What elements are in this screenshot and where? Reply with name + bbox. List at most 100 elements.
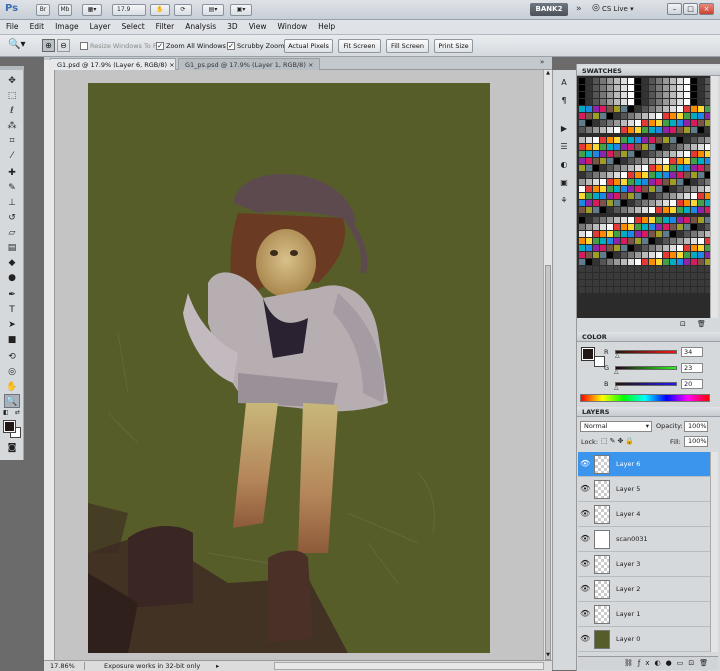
swatch-cell[interactable] — [670, 120, 676, 126]
swatch-cell[interactable] — [593, 172, 599, 178]
swatch-cell[interactable] — [635, 113, 641, 119]
swatch-cell[interactable] — [642, 186, 648, 192]
crop-tool-icon[interactable]: ⌗ — [4, 134, 20, 148]
swatch-cell[interactable] — [579, 259, 585, 265]
swatch-cell[interactable] — [649, 78, 655, 84]
swatch-cell[interactable] — [656, 106, 662, 112]
swatch-cell[interactable] — [628, 231, 634, 237]
swatch-cell[interactable] — [663, 99, 669, 105]
swatch-cell[interactable] — [621, 238, 627, 244]
swatch-cell[interactable] — [621, 99, 627, 105]
swatch-cell[interactable] — [677, 144, 683, 150]
swatch-cell[interactable] — [635, 127, 641, 133]
swatch-cell[interactable] — [600, 224, 606, 230]
blend-mode-dropdown[interactable]: Normal ▾ — [580, 421, 652, 432]
swatch-cell[interactable] — [621, 280, 627, 286]
swatch-cell[interactable] — [670, 238, 676, 244]
swatch-cell[interactable] — [593, 231, 599, 237]
swatch-cell[interactable] — [656, 158, 662, 164]
swatch-cell[interactable] — [677, 266, 683, 272]
swatch-cell[interactable] — [691, 165, 697, 171]
swatch-cell[interactable] — [628, 92, 634, 98]
swatch-cell[interactable] — [691, 186, 697, 192]
swatch-cell[interactable] — [670, 137, 676, 143]
swatch-cell[interactable] — [628, 106, 634, 112]
menu-image[interactable]: Image — [49, 20, 84, 31]
bridge-button[interactable]: Br — [36, 4, 50, 16]
swatch-cell[interactable] — [642, 99, 648, 105]
swatch-cell[interactable] — [628, 120, 634, 126]
swatch-cell[interactable] — [635, 99, 641, 105]
blue-slider[interactable] — [615, 382, 677, 386]
swatch-cell[interactable] — [691, 193, 697, 199]
swatch-cell[interactable] — [677, 280, 683, 286]
layer-row-layer-5[interactable]: 👁 Layer 5 — [578, 477, 714, 502]
swatch-cell[interactable] — [586, 207, 592, 213]
swatch-cell[interactable] — [656, 259, 662, 265]
swatch-cell[interactable] — [698, 259, 704, 265]
swatch-cell[interactable] — [677, 231, 683, 237]
swatch-cell[interactable] — [600, 106, 606, 112]
menu-analysis[interactable]: Analysis — [179, 20, 221, 31]
status-zoom[interactable]: 17.86% — [50, 661, 75, 671]
swatch-cell[interactable] — [614, 280, 620, 286]
swatch-cell[interactable] — [614, 259, 620, 265]
swatch-cell[interactable] — [691, 273, 697, 279]
swatch-cell[interactable] — [684, 113, 690, 119]
new-swatch-icon[interactable]: ⊡ — [680, 320, 686, 328]
swatch-cell[interactable] — [628, 273, 634, 279]
swatch-cell[interactable] — [649, 231, 655, 237]
swatch-cell[interactable] — [614, 179, 620, 185]
eraser-tool-icon[interactable]: ▱ — [4, 226, 20, 240]
swatch-cell[interactable] — [621, 137, 627, 143]
swatch-cell[interactable] — [614, 165, 620, 171]
swatch-cell[interactable] — [621, 186, 627, 192]
swatch-cell[interactable] — [691, 99, 697, 105]
swatch-cell[interactable] — [656, 273, 662, 279]
swatch-cell[interactable] — [600, 158, 606, 164]
swatch-cell[interactable] — [691, 217, 697, 223]
menu-filter[interactable]: Filter — [150, 20, 180, 31]
swatch-cell[interactable] — [628, 137, 634, 143]
swatch-cell[interactable] — [635, 106, 641, 112]
swatch-cell[interactable] — [621, 78, 627, 84]
swatch-cell[interactable] — [621, 120, 627, 126]
swatch-cell[interactable] — [607, 85, 613, 91]
swatch-cell[interactable] — [621, 266, 627, 272]
swatch-cell[interactable] — [600, 172, 606, 178]
swatch-cell[interactable] — [698, 200, 704, 206]
swatch-cell[interactable] — [607, 287, 613, 293]
swatch-cell[interactable] — [656, 85, 662, 91]
swatch-cell[interactable] — [670, 252, 676, 258]
swatch-cell[interactable] — [642, 259, 648, 265]
swatch-cell[interactable] — [677, 259, 683, 265]
swatch-cell[interactable] — [628, 158, 634, 164]
swatch-cell[interactable] — [649, 158, 655, 164]
swatch-cell[interactable] — [691, 158, 697, 164]
swatch-cell[interactable] — [684, 217, 690, 223]
swatch-cell[interactable] — [635, 193, 641, 199]
swatch-cell[interactable] — [614, 252, 620, 258]
swatch-cell[interactable] — [579, 172, 585, 178]
lasso-tool-icon[interactable]: ℓ — [4, 104, 20, 118]
swatch-cell[interactable] — [586, 186, 592, 192]
swatch-cell[interactable] — [586, 78, 592, 84]
swatch-cell[interactable] — [586, 217, 592, 223]
swatch-cell[interactable] — [663, 224, 669, 230]
swatch-cell[interactable] — [600, 259, 606, 265]
swatch-cell[interactable] — [635, 245, 641, 251]
swatch-cell[interactable] — [579, 224, 585, 230]
swatch-cell[interactable] — [579, 78, 585, 84]
swatch-cell[interactable] — [642, 273, 648, 279]
document-workspace[interactable] — [55, 70, 543, 660]
swatch-cell[interactable] — [698, 137, 704, 143]
quick-mask-icon[interactable]: ◙ — [4, 441, 20, 455]
masks-panel-icon[interactable]: ▣ — [556, 176, 572, 190]
swatch-cell[interactable] — [621, 207, 627, 213]
swatch-cell[interactable] — [628, 193, 634, 199]
swatch-cell[interactable] — [614, 99, 620, 105]
quick-select-tool-icon[interactable]: ⁂ — [4, 119, 20, 133]
swatch-cell[interactable] — [593, 165, 599, 171]
swatch-cell[interactable] — [670, 259, 676, 265]
swatch-cell[interactable] — [600, 120, 606, 126]
